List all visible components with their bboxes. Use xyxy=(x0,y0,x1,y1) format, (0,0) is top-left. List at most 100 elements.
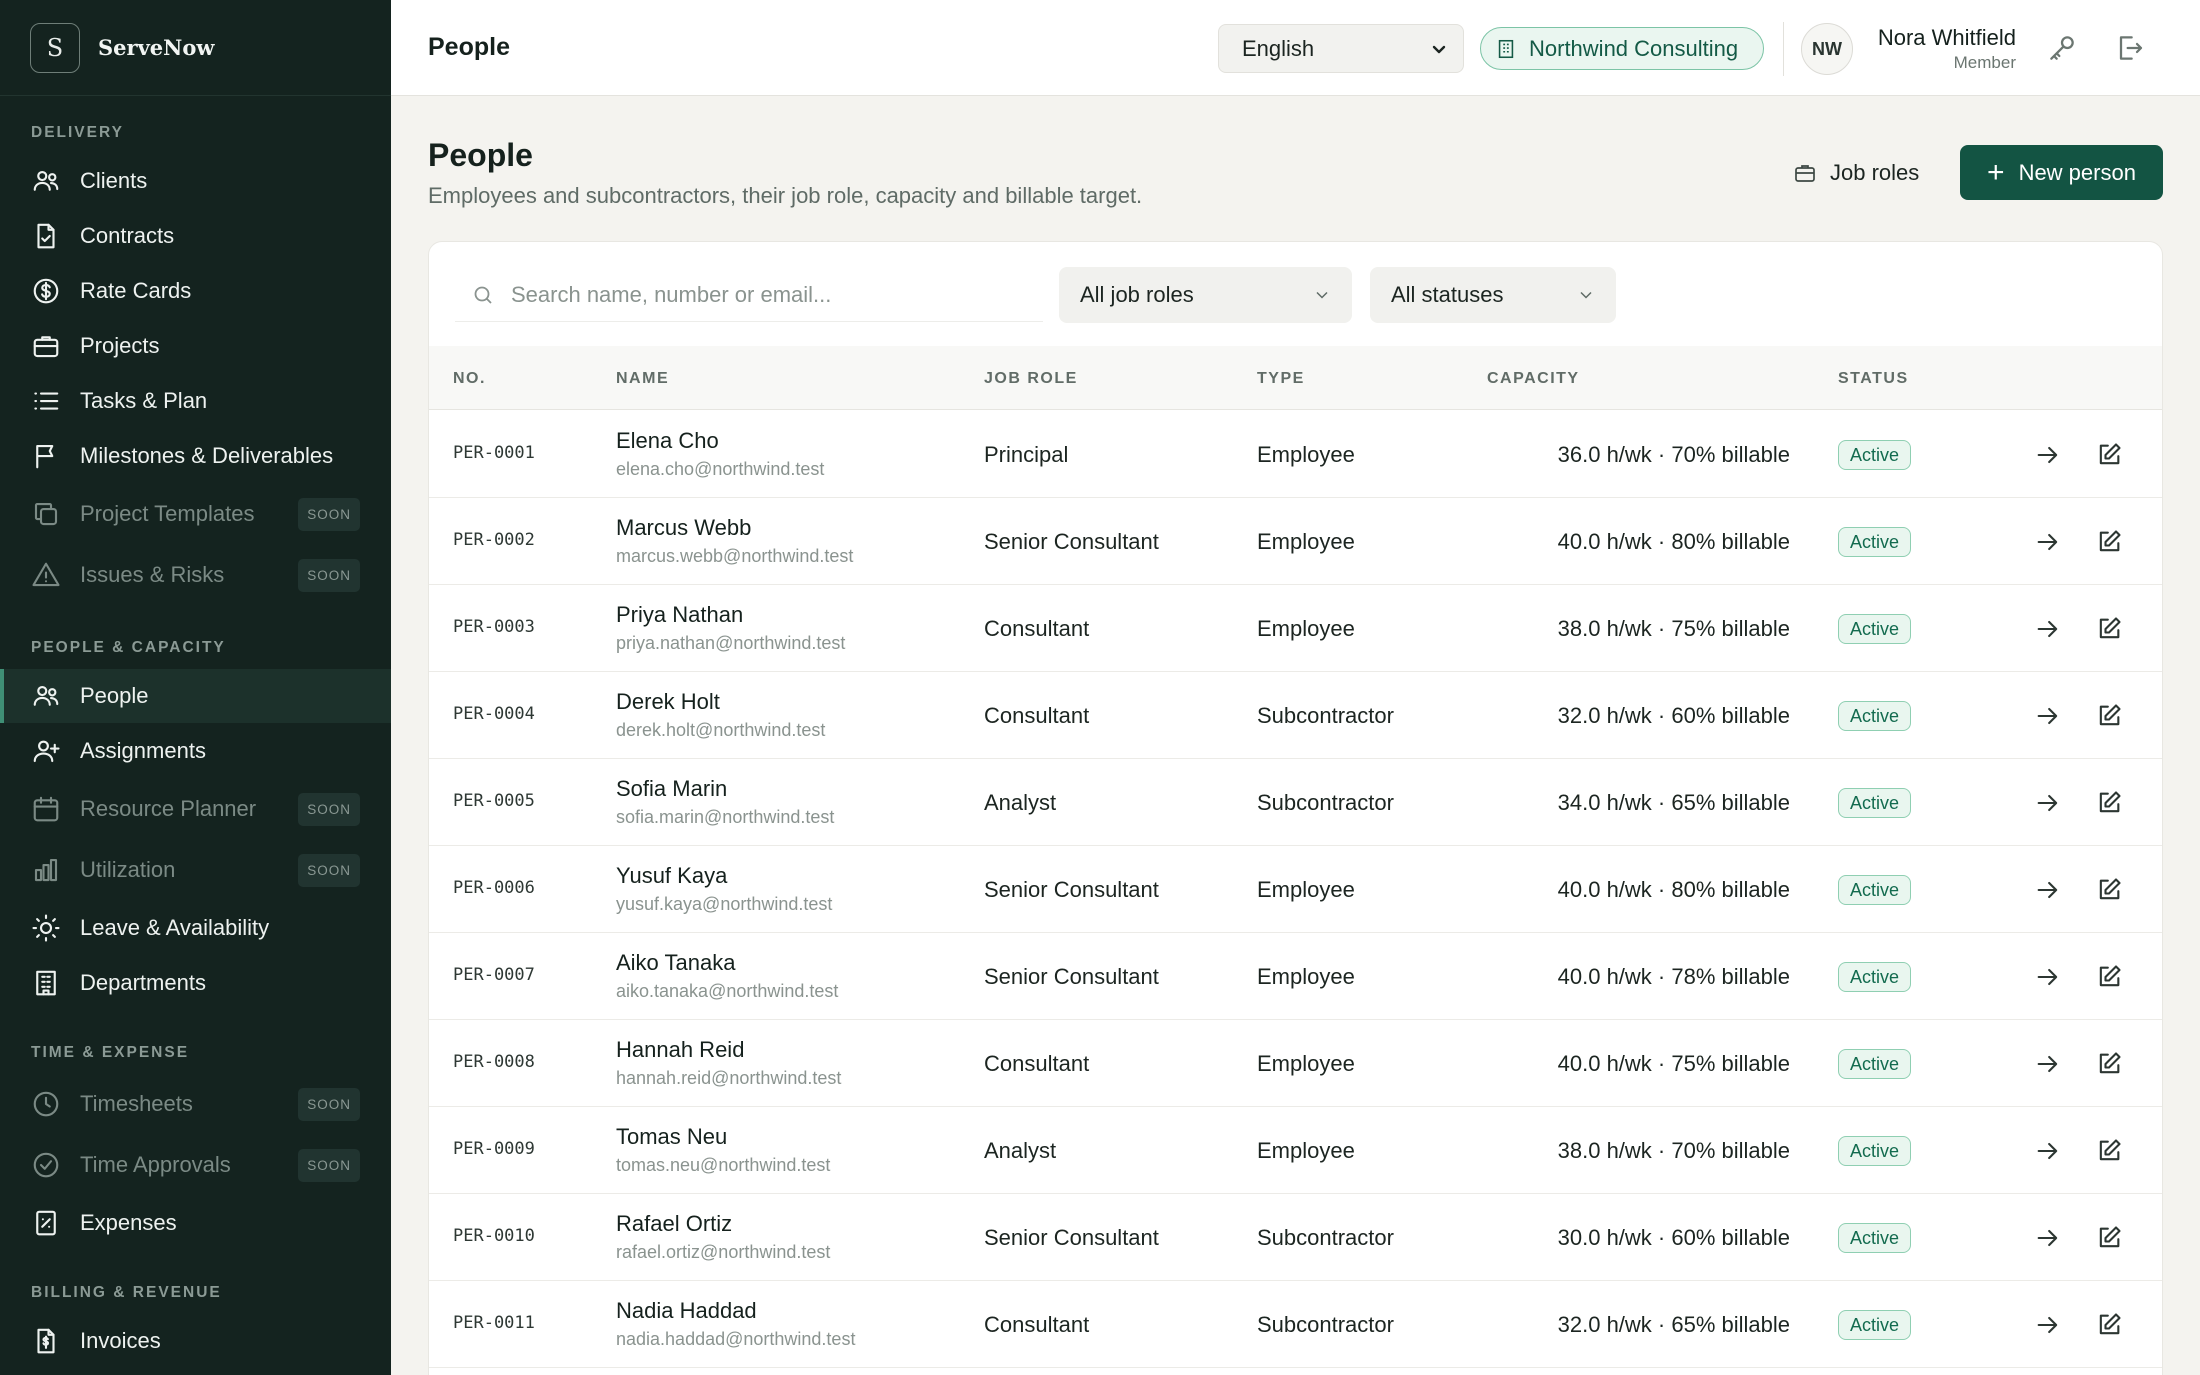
edit-icon[interactable] xyxy=(2095,702,2123,730)
arrow-right-icon[interactable] xyxy=(2034,876,2062,904)
arrow-right-icon[interactable] xyxy=(2034,1224,2062,1252)
copy-icon xyxy=(31,499,61,529)
edit-icon[interactable] xyxy=(2095,1050,2123,1078)
flag-icon xyxy=(31,441,61,471)
person-name[interactable]: Yusuf Kaya xyxy=(616,863,727,889)
table-row[interactable]: PER-0008 Hannah Reid hannah.reid@northwind… xyxy=(429,1020,2162,1107)
sidebar-item-rate-cards[interactable]: Rate Cards xyxy=(0,264,391,318)
search-input[interactable]: Search name, number or email... xyxy=(455,268,1043,322)
person-name[interactable]: Hannah Reid xyxy=(616,1037,744,1063)
person-name[interactable]: Elena Cho xyxy=(616,428,719,454)
person-name[interactable]: Tomas Neu xyxy=(616,1124,727,1150)
person-name[interactable]: Rafael Ortiz xyxy=(616,1211,732,1237)
edit-icon[interactable] xyxy=(2095,789,2123,817)
sidebar-item-people[interactable]: People xyxy=(0,669,391,723)
table-row[interactable]: PER-0010 Rafael Ortiz rafael.ortiz@northwi… xyxy=(429,1194,2162,1281)
sidebar-item-contracts[interactable]: Contracts xyxy=(0,209,391,263)
edit-icon[interactable] xyxy=(2095,876,2123,904)
sidebar-item-timesheets[interactable]: Timesheets SOON xyxy=(0,1077,391,1131)
organization-switcher[interactable]: Northwind Consulting xyxy=(1480,27,1764,70)
edit-icon[interactable] xyxy=(2095,1311,2123,1339)
edit-icon[interactable] xyxy=(2095,615,2123,643)
person-email: marcus.webb@northwind.test xyxy=(616,546,854,566)
person-name[interactable]: Priya Nathan xyxy=(616,602,743,628)
edit-icon[interactable] xyxy=(2095,1224,2123,1252)
arrow-right-icon[interactable] xyxy=(2034,963,2062,991)
table-row[interactable]: PER-0003 Priya Nathan priya.nathan@northwi… xyxy=(429,585,2162,672)
person-name[interactable]: Sofia Marin xyxy=(616,776,727,802)
header-status[interactable]: STATUS xyxy=(1838,370,1909,388)
arrow-right-icon[interactable] xyxy=(2034,789,2062,817)
language-select[interactable]: English xyxy=(1218,24,1464,73)
sidebar-item-expenses[interactable]: Expenses xyxy=(0,1196,391,1250)
job-roles-button[interactable]: Job roles xyxy=(1793,145,1919,201)
sidebar: S ServeNow DELIVERY Clients Contracts Ra… xyxy=(0,0,391,1375)
person-type: Employee xyxy=(1257,616,1355,641)
table-row[interactable]: PER-0004 Derek Holt derek.holt@northwind.t… xyxy=(429,672,2162,759)
sidebar-item-project-templates[interactable]: Project Templates SOON xyxy=(0,487,391,541)
person-name[interactable]: Marcus Webb xyxy=(616,515,751,541)
header-no[interactable]: NO. xyxy=(453,370,486,388)
arrow-right-icon[interactable] xyxy=(2034,1050,2062,1078)
warning-icon xyxy=(31,560,61,590)
edit-icon[interactable] xyxy=(2095,963,2123,991)
edit-icon[interactable] xyxy=(2095,1137,2123,1165)
arrow-right-icon[interactable] xyxy=(2034,1137,2062,1165)
table-row[interactable]: PER-0006 Yusuf Kaya yusuf.kaya@northwind.t… xyxy=(429,846,2162,933)
sidebar-item-issues[interactable]: Issues & Risks SOON xyxy=(0,548,391,602)
sidebar-item-tasks[interactable]: Tasks & Plan xyxy=(0,374,391,428)
key-icon[interactable] xyxy=(2046,32,2078,64)
person-number: PER-0011 xyxy=(453,1313,535,1333)
person-email: rafael.ortiz@northwind.test xyxy=(616,1242,831,1262)
table-row[interactable]: PER-0009 Tomas Neu tomas.neu@northwind.tes… xyxy=(429,1107,2162,1194)
person-type: Subcontractor xyxy=(1257,1312,1394,1337)
table-row[interactable]: PER-0002 Marcus Webb marcus.webb@northwind… xyxy=(429,498,2162,585)
sidebar-item-projects[interactable]: Projects xyxy=(0,319,391,373)
avatar[interactable]: NW xyxy=(1801,23,1853,75)
header-name[interactable]: NAME xyxy=(616,370,669,388)
header-type[interactable]: TYPE xyxy=(1257,370,1305,388)
edit-icon[interactable] xyxy=(2095,441,2123,469)
person-number: PER-0004 xyxy=(453,704,535,724)
sidebar-item-assignments[interactable]: Assignments xyxy=(0,724,391,778)
arrow-right-icon[interactable] xyxy=(2034,1311,2062,1339)
person-capacity: 40.0 h/wk · 80% billable xyxy=(1557,877,1790,902)
sidebar-item-departments[interactable]: Departments xyxy=(0,956,391,1010)
sidebar-item-label: Projects xyxy=(80,333,160,358)
table-row[interactable]: PER-0007 Aiko Tanaka aiko.tanaka@northwind… xyxy=(429,933,2162,1020)
person-email: sofia.marin@northwind.test xyxy=(616,807,835,827)
person-job-role: Consultant xyxy=(984,616,1090,641)
sidebar-item-resource-planner[interactable]: Resource Planner SOON xyxy=(0,782,391,836)
table-row[interactable]: PER-0011 Nadia Haddad nadia.haddad@northwi… xyxy=(429,1281,2162,1368)
person-capacity: 32.0 h/wk · 60% billable xyxy=(1557,703,1790,728)
header-job-role[interactable]: JOB ROLE xyxy=(984,370,1078,388)
building-icon xyxy=(1498,39,1514,58)
table-row[interactable]: PER-0001 Elena Cho elena.cho@northwind.tes… xyxy=(429,411,2162,498)
brand[interactable]: S ServeNow xyxy=(0,0,391,96)
sidebar-item-clients[interactable]: Clients xyxy=(0,154,391,208)
sidebar-item-invoices[interactable]: Invoices xyxy=(0,1314,391,1368)
status-badge: Active xyxy=(1838,788,1912,818)
table-row[interactable]: PER-0005 Sofia Marin sofia.marin@northwind… xyxy=(429,759,2162,846)
sidebar-item-milestones[interactable]: Milestones & Deliverables xyxy=(0,429,391,483)
person-email: yusuf.kaya@northwind.test xyxy=(616,894,833,914)
edit-icon[interactable] xyxy=(2095,528,2123,556)
header-capacity[interactable]: CAPACITY xyxy=(1487,370,1580,388)
person-name[interactable]: Derek Holt xyxy=(616,689,720,715)
job-role-filter[interactable]: All job roles xyxy=(1059,267,1352,323)
sidebar-item-utilization[interactable]: Utilization SOON xyxy=(0,843,391,897)
sidebar-item-leave[interactable]: Leave & Availability xyxy=(0,901,391,955)
new-person-button[interactable]: + New person xyxy=(1960,145,2163,200)
arrow-right-icon[interactable] xyxy=(2034,702,2062,730)
person-capacity: 38.0 h/wk · 75% billable xyxy=(1557,616,1790,641)
logout-icon[interactable] xyxy=(2113,32,2145,64)
users-icon xyxy=(31,166,61,196)
person-name[interactable]: Aiko Tanaka xyxy=(616,950,735,976)
status-filter[interactable]: All statuses xyxy=(1370,267,1616,323)
sidebar-item-time-approvals[interactable]: Time Approvals SOON xyxy=(0,1138,391,1192)
soon-badge: SOON xyxy=(298,1088,360,1121)
arrow-right-icon[interactable] xyxy=(2034,441,2062,469)
person-name[interactable]: Nadia Haddad xyxy=(616,1298,757,1324)
arrow-right-icon[interactable] xyxy=(2034,528,2062,556)
arrow-right-icon[interactable] xyxy=(2034,615,2062,643)
